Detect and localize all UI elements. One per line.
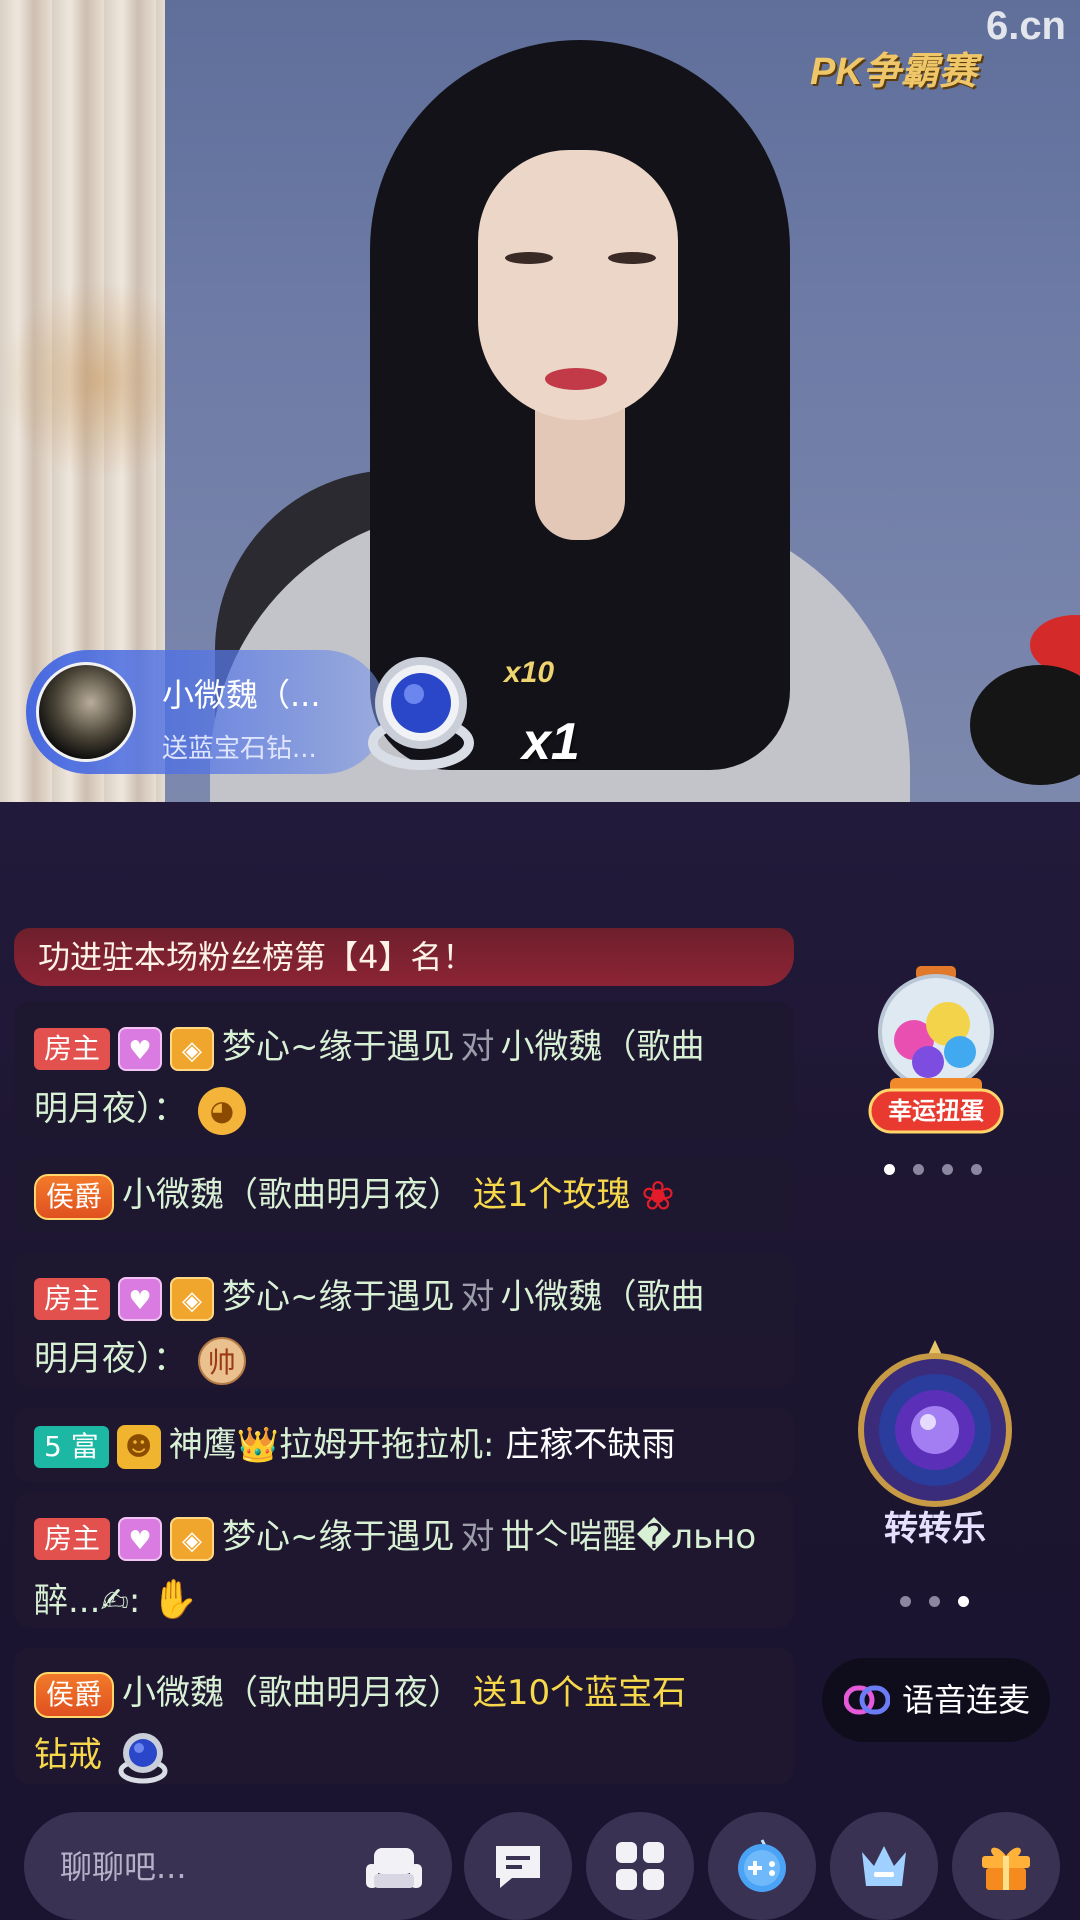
message-text: 庄稼不缺雨 [505,1425,676,1465]
pk-banner[interactable]: PK争霸赛 [810,40,977,95]
gift-action-text: 送1个玫瑰 [472,1175,631,1215]
sapphire-ring-icon [118,1732,168,1783]
user-card-icon: ☻ [116,1424,161,1469]
target-name-cont: 明月夜）： [34,1089,187,1129]
fan-heart-icon: ♥ [118,1026,163,1071]
gift-button[interactable] [952,1812,1060,1920]
voice-link-button[interactable]: 语音连麦 [822,1658,1050,1742]
connector-text: 对 [460,1027,495,1067]
guard-shield-icon: ◈ [170,1276,215,1321]
chat-message[interactable]: 房主 ♥ ◈ 梦心~缘于遇见对丗亽啱醒�льно 醉...✍: ✋ [14,1492,794,1628]
sender-name[interactable]: 梦心~缘于遇见 [222,1027,455,1067]
streamer-eye-right [608,252,656,264]
chat-message[interactable]: 侯爵 小微魏（歌曲明月夜） 送1个玫瑰 ❀ [14,1158,794,1232]
target-name[interactable]: 丗亽啱醒�льно [501,1517,757,1557]
guard-button[interactable] [830,1812,938,1920]
sender-name[interactable]: 梦心~缘于遇见 [222,1277,455,1317]
chat-message[interactable]: 房主 ♥ ◈ 梦心~缘于遇见对小微魏（歌曲 明月夜）： ◕ [14,1002,794,1138]
host-badge: 房主 [34,1517,111,1560]
chat-message[interactable]: 5 富 ☻ 神鹰👑拉姆开拖拉机: 庄稼不缺雨 [14,1408,794,1482]
guard-shield-icon: ◈ [170,1026,215,1071]
ok-hand-emoji-icon: ✋ [151,1577,199,1621]
host-badge: 房主 [34,1027,111,1070]
game-button[interactable] [708,1812,816,1920]
rose-icon: ❀ [641,1173,675,1220]
lucky-gashapon-widget[interactable]: 幸运扭蛋 [866,966,1006,1146]
crown-icon [862,1846,906,1886]
sender-name[interactable]: 神鹰👑拉姆开拖拉机: [169,1425,495,1465]
marquis-badge: 侯爵 [34,1173,115,1220]
rank-banner: 功进驻本场粉丝榜第【4】名！ [14,928,794,986]
pray-emoji-icon: ◕ [197,1086,246,1135]
carousel-dot [942,1164,953,1175]
site-logo: 6.cn [985,4,1066,48]
chat-message[interactable]: 房主 ♥ ◈ 梦心~缘于遇见对小微魏（歌曲 明月夜）： 帅 [14,1252,794,1388]
carousel-dot [900,1596,911,1607]
avatar[interactable] [36,662,136,762]
sender-name[interactable]: 小微魏（歌曲明月夜） [122,1673,462,1713]
link-icon [844,1685,890,1715]
streamer-eye-left [505,252,553,264]
fan-heart-icon: ♥ [118,1516,163,1561]
carousel-dot [971,1164,982,1175]
chat-message[interactable]: 侯爵 小微魏（歌曲明月夜） 送10个蓝宝石 钻戒 [14,1648,794,1784]
fan-heart-icon: ♥ [118,1276,163,1321]
more-features-button[interactable] [586,1812,694,1920]
voice-link-label: 语音连麦 [902,1681,1031,1719]
sender-name[interactable]: 小微魏（歌曲明月夜） [122,1175,462,1215]
target-name[interactable]: 小微魏（歌曲 [501,1027,705,1067]
connector-text: 对 [460,1517,495,1557]
target-name-cont: 醉...✍: [34,1581,141,1621]
sofa-icon[interactable] [366,1844,422,1892]
sapphire-ring-icon [368,657,474,770]
message-button[interactable] [464,1812,572,1920]
gift-box-icon [982,1847,1030,1890]
marquis-badge: 侯爵 [34,1671,115,1718]
carousel-dot-active [884,1164,895,1175]
gift-multiplier-top: x10 [504,656,555,689]
gashapon-label: 幸运扭蛋 [888,1097,984,1125]
spin-wheel-widget[interactable]: 转转乐 [850,1340,1020,1560]
live-video[interactable]: 6.cn PK争霸赛 小微魏（... 送蓝宝石钻... x10 x1 [0,0,1080,802]
carousel-dot [913,1164,924,1175]
streamer-lips [545,368,607,390]
target-name-cont: 明月夜）： [34,1339,187,1379]
grid-icon [616,1842,664,1890]
guard-shield-icon: ◈ [170,1516,215,1561]
gift-sender-name: 小微魏（... [162,676,321,714]
host-badge: 房主 [34,1277,111,1320]
gift-description: 送蓝宝石钻... [162,734,317,764]
plush-toy-black [970,665,1080,785]
shuai-emoji-icon: 帅 [197,1336,246,1385]
gift-multiplier: x1 [522,713,580,771]
chat-input-placeholder: 聊聊吧... [60,1848,187,1886]
gift-action-text: 送10个蓝宝石 [472,1673,687,1713]
spin-label: 转转乐 [884,1509,986,1549]
carousel-indicator [891,1592,978,1611]
gift-action-text-cont: 钻戒 [34,1735,102,1775]
wealth-level-badge: 5 富 [34,1425,109,1468]
carousel-indicator [875,1160,991,1179]
carousel-dot-active [958,1596,969,1607]
message-icon [496,1846,540,1888]
target-name[interactable]: 小微魏（歌曲 [501,1277,705,1317]
gamepad-icon [738,1839,786,1892]
connector-text: 对 [460,1277,495,1317]
carousel-dot [929,1596,940,1607]
sender-name[interactable]: 梦心~缘于遇见 [222,1517,455,1557]
